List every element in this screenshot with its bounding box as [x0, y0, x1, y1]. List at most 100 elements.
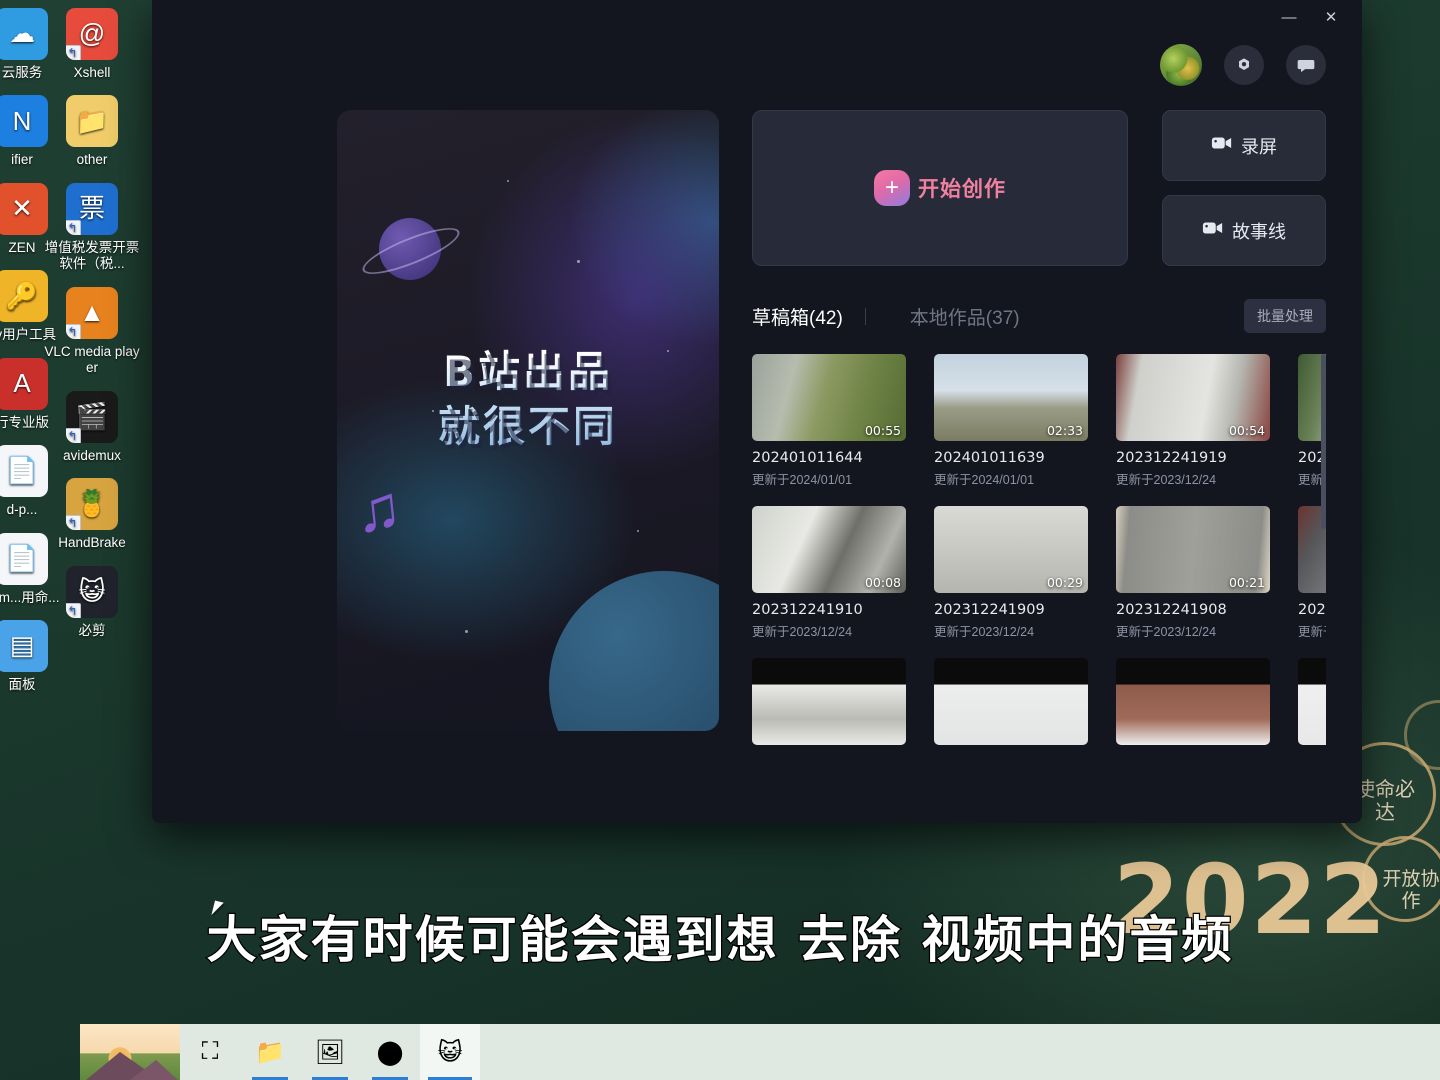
project-thumbnail[interactable]: 02:33	[934, 354, 1088, 441]
desktop-icon-glyph: ▤	[0, 620, 48, 673]
duration-badge: 00:21	[1228, 575, 1265, 590]
project-card[interactable]: 00:08 202312241910 更新于2023/12/24	[752, 506, 906, 640]
project-name: 202312241919	[1116, 450, 1227, 466]
desktop-icon-glyph: 🎬 ↰	[66, 390, 118, 443]
bijian-app-window: — ✕ ♫ B站出品 就很不同 + 开始创作 录屏 故事线 草稿箱(42) 本地…	[152, 0, 1362, 823]
promo-slogan: B站出品 就很不同	[337, 344, 719, 455]
desktop-icon-glyph: 🍍 ↰	[66, 478, 118, 531]
desktop-icon-label: 增值税发票开票软件（税...	[44, 239, 140, 272]
main-content: + 开始创作 录屏 故事线 草稿箱(42) 本地作品(37) 批量处理 00:5…	[752, 110, 1326, 823]
project-card[interactable]: 00:55 202401011644 更新于2024/01/01	[752, 354, 906, 488]
project-card[interactable]: 00:29 202312241909 更新于2023/12/24	[934, 506, 1088, 640]
user-avatar[interactable]	[1160, 44, 1202, 86]
desktop-icon-glyph: ☁	[0, 8, 48, 60]
storyline-label: 故事线	[1232, 221, 1286, 242]
tab-drafts[interactable]: 草稿箱(42)	[752, 303, 843, 330]
project-updated-date: 更新于2024/01/01	[752, 473, 853, 487]
window-titlebar: — ✕	[152, 0, 1362, 34]
promo-line-2: 就很不同	[437, 402, 618, 452]
project-updated-date: 更新于2023/12/24	[752, 625, 853, 639]
project-card[interactable]	[934, 658, 1088, 745]
project-thumbnail[interactable]: 00:21	[1116, 506, 1270, 593]
thumbnail-image	[752, 658, 906, 745]
project-name: 202401011644	[752, 450, 863, 466]
project-card[interactable]	[1298, 658, 1326, 745]
desktop-icon-glyph: ▲ ↰	[66, 286, 118, 339]
desktop-icon[interactable]: 😺 ↰ 必剪	[44, 565, 140, 639]
project-card[interactable]	[1116, 658, 1270, 745]
project-card[interactable]: 00:21 202312241908 更新于2023/12/24	[1116, 506, 1270, 640]
desktop-icon-glyph: ✕	[0, 182, 48, 235]
shortcut-arrow-icon: ↰	[66, 45, 81, 60]
project-thumbnail[interactable]	[1116, 658, 1270, 745]
plus-icon: +	[874, 170, 910, 206]
desktop-icon-glyph: 票 ↰	[66, 182, 118, 235]
project-card[interactable]	[752, 658, 906, 745]
desktop-icon-label: 面板	[8, 677, 36, 693]
start-creating-button[interactable]: + 开始创作	[752, 110, 1128, 266]
music-note-icon: ♫	[351, 472, 405, 547]
project-updated-date: 更新于2023/12/24	[934, 625, 1035, 639]
side-action-buttons: 录屏 故事线	[1162, 110, 1326, 266]
project-thumbnail[interactable]: 00:55	[752, 354, 906, 441]
desktop-icon[interactable]: @ ↰ Xshell	[44, 8, 140, 81]
grid-scrollbar[interactable]	[1321, 354, 1326, 529]
project-updated-date: 更新于2023/12/24	[1298, 625, 1326, 639]
screen-record-button[interactable]: 录屏	[1162, 110, 1326, 181]
desktop-icon[interactable]: 票 ↰ 增值税发票开票软件（税...	[44, 182, 140, 273]
desktop-icon-column-right: @ ↰ Xshell 📁 other 票 ↰ 增值税发票开票软件（税... ▲ ↰ VLC medi…	[44, 8, 140, 653]
shortcut-arrow-icon: ↰	[66, 427, 81, 443]
project-thumbnail[interactable]: 00:29	[934, 506, 1088, 593]
feedback-icon[interactable]	[1286, 45, 1326, 85]
project-card[interactable]: 02:33 202401011639 更新于2024/01/01	[934, 354, 1088, 488]
desktop-icon[interactable]: 🍍 ↰ HandBrake	[44, 478, 140, 551]
large-planet-decoration	[549, 571, 719, 731]
file-explorer-icon[interactable]: 📁	[240, 1024, 300, 1080]
project-thumbnail[interactable]	[752, 658, 906, 745]
minimize-button[interactable]: —	[1268, 1, 1310, 33]
image-editor-icon[interactable]: 🖼	[300, 1024, 360, 1080]
project-thumbnail[interactable]	[934, 658, 1088, 745]
start-creating-inner: + 开始创作	[874, 170, 1006, 206]
storyline-button[interactable]: 故事线	[1162, 195, 1326, 266]
desktop: 使命必达 开放协作 2022 ☁云服务Nifier✕ZEN🔑ey用户工具A行专业…	[0, 0, 1440, 1080]
desktop-icon[interactable]: ▲ ↰ VLC media player	[44, 286, 140, 377]
projects-grid: 00:55 202401011644 更新于2024/01/01 02:33 20240…	[752, 354, 1326, 745]
project-name: 202312241907	[1298, 602, 1326, 618]
desktop-icon-glyph: 📁	[66, 95, 118, 148]
desktop-icon[interactable]: 🎬 ↰ avidemux	[44, 390, 140, 464]
shortcut-arrow-icon: ↰	[66, 515, 81, 531]
desktop-icon-glyph: 🔑	[0, 270, 48, 323]
wallpaper-mountain	[130, 1060, 178, 1080]
desktop-icon-label: avidemux	[63, 447, 121, 463]
project-updated-date: 更新于2023/12/24	[1116, 625, 1217, 639]
project-thumbnail[interactable]: 00:54	[1116, 354, 1270, 441]
obs-studio-icon[interactable]: ⬤	[360, 1024, 420, 1080]
bijian-icon[interactable]: 😺	[420, 1024, 480, 1080]
project-name: 202312241910	[752, 602, 863, 618]
desktop-icon-glyph: 📄	[0, 532, 48, 585]
desktop-icon-glyph: N	[0, 95, 48, 148]
wallpaper-preview[interactable]	[80, 1024, 180, 1080]
start-creating-label: 开始创作	[918, 178, 1006, 201]
thumbnail-image	[934, 658, 1088, 745]
project-thumbnail[interactable]: 00:08	[752, 506, 906, 593]
desktop-icon-label: HandBrake	[58, 535, 126, 551]
shortcut-arrow-icon: ↰	[66, 323, 81, 339]
project-card[interactable]: 00:54 202312241919 更新于2023/12/24	[1116, 354, 1270, 488]
tab-local-works[interactable]: 本地作品(37)	[910, 303, 1020, 330]
close-button[interactable]: ✕	[1310, 1, 1352, 33]
project-name: 202401011639	[934, 450, 1045, 466]
gear-icon[interactable]	[1224, 45, 1264, 85]
desktop-icon-glyph: @ ↰	[66, 8, 118, 60]
duration-badge: 00:54	[1228, 423, 1265, 438]
thumbnail-image	[1298, 658, 1326, 745]
project-thumbnail[interactable]	[1298, 658, 1326, 745]
desktop-icon[interactable]: 📁 other	[44, 95, 140, 168]
video-camera-icon	[1211, 135, 1233, 156]
desktop-icon-label: VLC media player	[44, 343, 140, 376]
desktop-icon-label: 必剪	[78, 622, 106, 638]
project-updated-date: 更新于2023/12/24	[1116, 473, 1217, 487]
batch-process-button[interactable]: 批量处理	[1244, 299, 1326, 333]
snip-tool-icon[interactable]: ⛶	[180, 1024, 240, 1080]
